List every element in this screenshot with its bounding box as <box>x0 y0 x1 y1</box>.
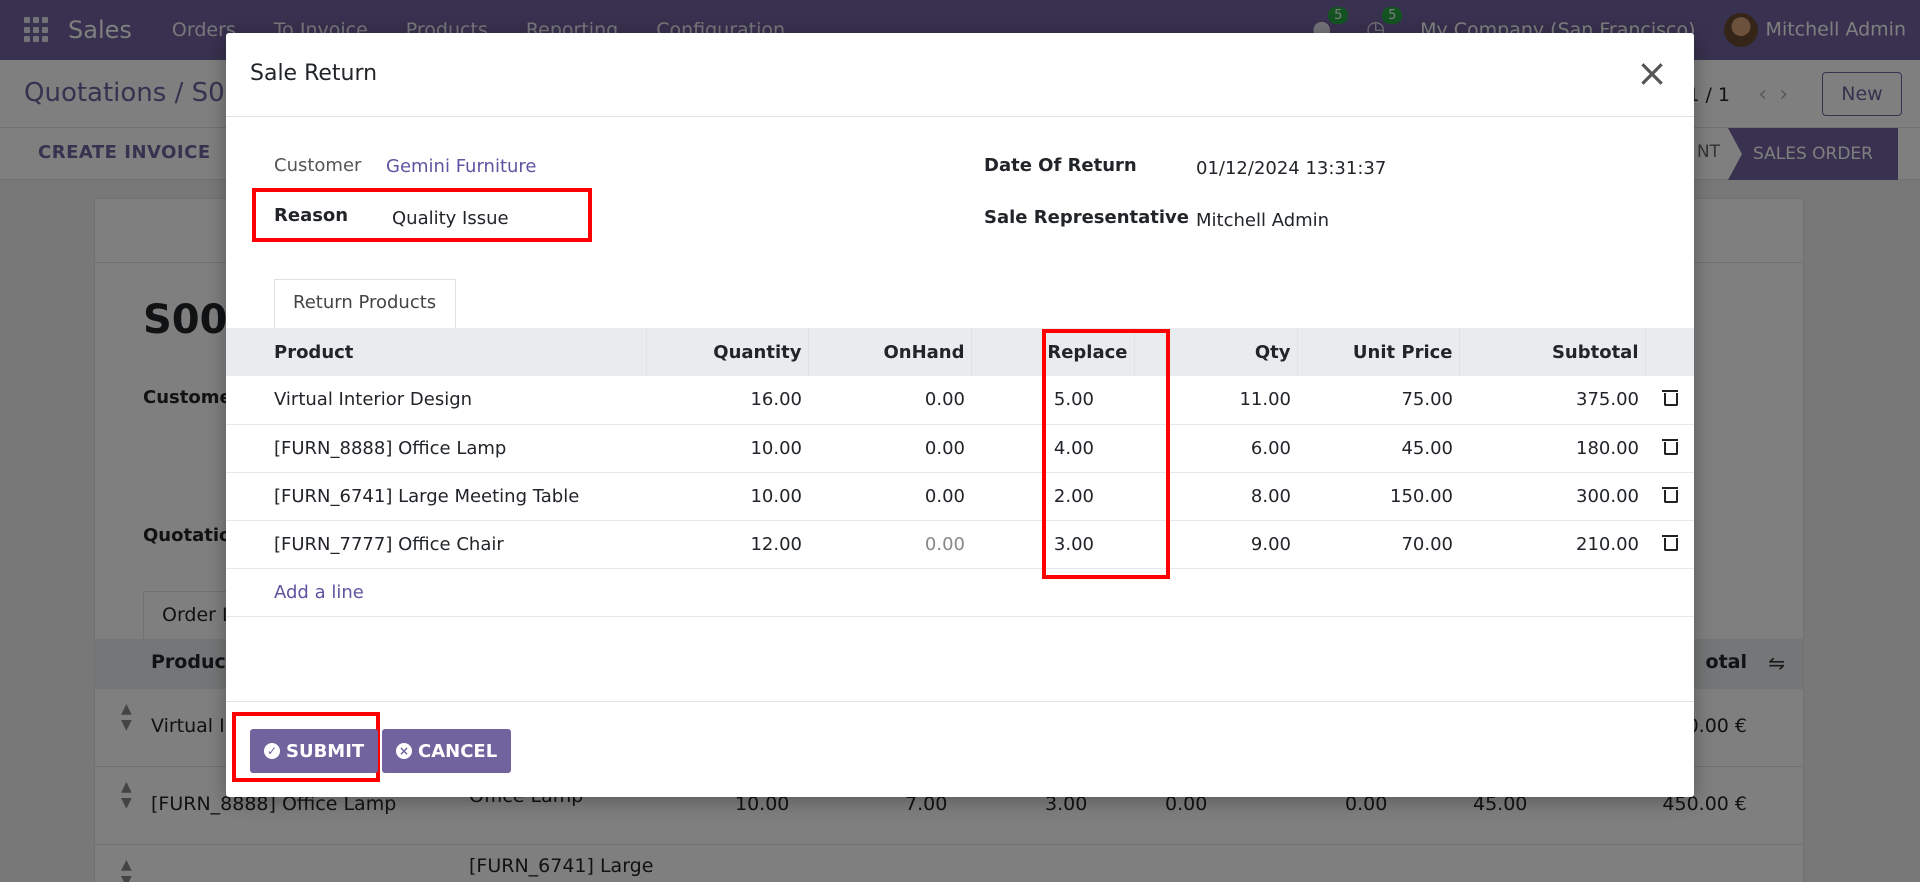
col-subtotal[interactable]: Subtotal <box>1459 328 1646 376</box>
line-quantity[interactable]: 10.00 <box>646 424 808 473</box>
sale-return-dialog: Sale Return × Customer Gemini Furniture … <box>226 33 1694 797</box>
table-row[interactable]: [FURN_6741] Large Meeting Table 10.00 0.… <box>226 472 1694 521</box>
line-unit-price[interactable]: 150.00 <box>1297 472 1459 521</box>
date-of-return-label: Date Of Return <box>984 155 1137 176</box>
table-row[interactable]: [FURN_7777] Office Chair 12.00 0.00 3.00… <box>226 520 1694 569</box>
trash-icon[interactable] <box>1661 486 1678 503</box>
col-product[interactable]: Product <box>226 328 647 376</box>
line-subtotal: 180.00 <box>1459 424 1645 473</box>
line-onhand[interactable]: 0.00 <box>808 520 971 569</box>
line-onhand[interactable]: 0.00 <box>808 376 971 425</box>
col-unit-price[interactable]: Unit Price <box>1297 328 1460 376</box>
line-product[interactable]: [FURN_8888] Office Lamp <box>226 424 646 473</box>
col-quantity[interactable]: Quantity <box>646 328 809 376</box>
date-of-return-field[interactable]: 01/12/2024 13:31:37 <box>1196 158 1386 179</box>
line-quantity[interactable]: 10.00 <box>646 472 808 521</box>
col-onhand[interactable]: OnHand <box>808 328 972 376</box>
line-quantity[interactable]: 12.00 <box>646 520 808 569</box>
delete-line-button[interactable] <box>1645 424 1694 473</box>
trash-icon[interactable] <box>1661 389 1678 407</box>
cancel-circle-icon: × <box>396 743 412 759</box>
line-subtotal: 375.00 <box>1459 376 1645 425</box>
modal-header: Sale Return × <box>226 33 1694 117</box>
submit-label: SUBMIT <box>286 740 365 762</box>
line-unit-price[interactable]: 70.00 <box>1297 520 1459 569</box>
line-onhand[interactable]: 0.00 <box>808 424 971 473</box>
line-subtotal: 210.00 <box>1459 520 1645 569</box>
add-line-link[interactable]: Add a line <box>226 568 646 617</box>
table-header: Product Quantity OnHand Replace Qty Unit… <box>226 328 1694 376</box>
tab-return-products[interactable]: Return Products <box>274 279 456 329</box>
close-icon[interactable]: × <box>1632 54 1672 95</box>
customer-field[interactable]: Gemini Furniture <box>386 156 537 177</box>
line-unit-price[interactable]: 75.00 <box>1297 376 1459 425</box>
modal-footer: ✓ SUBMIT × CANCEL <box>226 701 1694 797</box>
return-products-table: Product Quantity OnHand Replace Qty Unit… <box>226 328 1694 617</box>
reason-field[interactable]: Quality Issue <box>392 208 509 229</box>
delete-line-button[interactable] <box>1645 520 1694 569</box>
line-product[interactable]: Virtual Interior Design <box>226 376 646 425</box>
reason-label: Reason <box>274 205 349 226</box>
line-product[interactable]: [FURN_7777] Office Chair <box>226 520 646 569</box>
check-circle-icon: ✓ <box>264 743 280 759</box>
col-actions <box>1645 328 1694 376</box>
modal-title: Sale Return <box>250 61 378 86</box>
line-onhand[interactable]: 0.00 <box>808 472 971 521</box>
submit-button[interactable]: ✓ SUBMIT <box>250 729 379 773</box>
trash-icon[interactable] <box>1661 438 1678 455</box>
cancel-label: CANCEL <box>418 740 498 762</box>
delete-line-button[interactable] <box>1645 472 1694 521</box>
sale-representative-label: Sale Representative <box>984 207 1189 228</box>
line-unit-price[interactable]: 45.00 <box>1297 424 1459 473</box>
table-row[interactable]: Virtual Interior Design 16.00 0.00 5.00 … <box>226 376 1694 425</box>
line-subtotal: 300.00 <box>1459 472 1645 521</box>
customer-label: Customer <box>274 155 362 176</box>
add-line-row: Add a line <box>226 568 1694 617</box>
delete-line-button[interactable] <box>1645 376 1694 425</box>
sale-representative-field[interactable]: Mitchell Admin <box>1196 210 1329 231</box>
cancel-button[interactable]: × CANCEL <box>382 729 512 773</box>
table-row[interactable]: [FURN_8888] Office Lamp 10.00 0.00 4.00 … <box>226 424 1694 473</box>
trash-icon[interactable] <box>1661 534 1678 551</box>
line-product[interactable]: [FURN_6741] Large Meeting Table <box>226 472 646 521</box>
replace-column-highlight-box <box>1042 329 1170 579</box>
line-quantity[interactable]: 16.00 <box>646 376 808 425</box>
